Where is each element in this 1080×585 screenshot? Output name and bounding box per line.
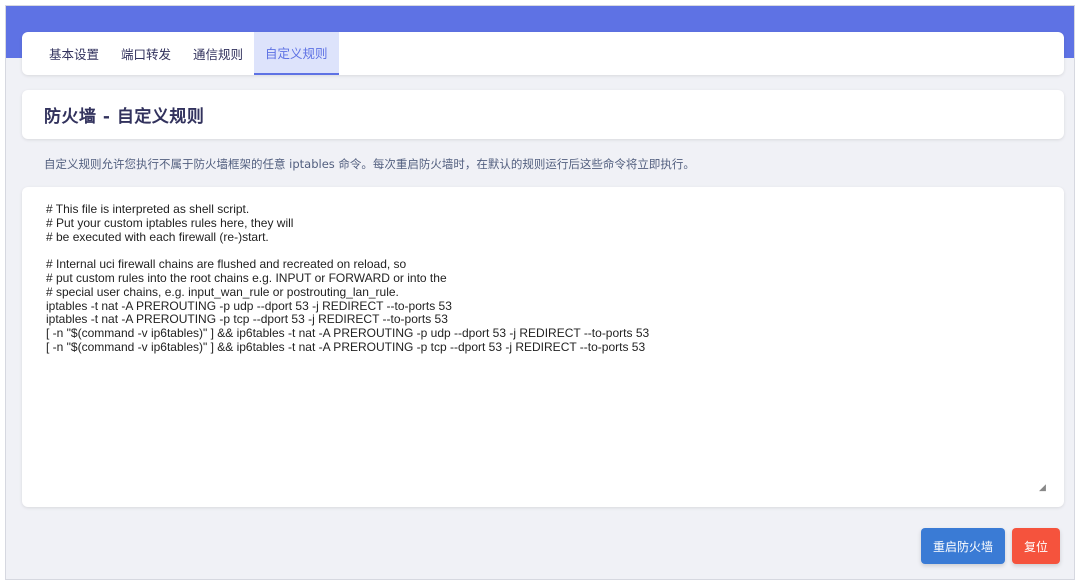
app-frame: 基本设置 端口转发 通信规则 自定义规则 防火墙 - 自定义规则 自定义规则允许… bbox=[5, 5, 1075, 580]
page-description: 自定义规则允许您执行不属于防火墙框架的任意 iptables 命令。每次重启防火… bbox=[44, 157, 695, 171]
tab-basic-settings[interactable]: 基本设置 bbox=[38, 32, 110, 75]
tab-port-forwarding[interactable]: 端口转发 bbox=[110, 32, 182, 75]
tab-custom-rules[interactable]: 自定义规则 bbox=[254, 32, 339, 75]
page-title-card: 防火墙 - 自定义规则 bbox=[22, 90, 1064, 139]
tab-traffic-rules[interactable]: 通信规则 bbox=[182, 32, 254, 75]
page-title: 防火墙 - 自定义规则 bbox=[44, 107, 205, 127]
reset-button[interactable]: 复位 bbox=[1012, 528, 1060, 564]
resize-grip-icon[interactable]: ◢ bbox=[1039, 484, 1048, 493]
custom-rules-editor[interactable]: # This file is interpreted as shell scri… bbox=[36, 197, 1050, 497]
tab-bar: 基本设置 端口转发 通信规则 自定义规则 bbox=[22, 32, 1064, 75]
editor-card: # This file is interpreted as shell scri… bbox=[22, 187, 1064, 507]
restart-firewall-button[interactable]: 重启防火墙 bbox=[921, 528, 1005, 564]
